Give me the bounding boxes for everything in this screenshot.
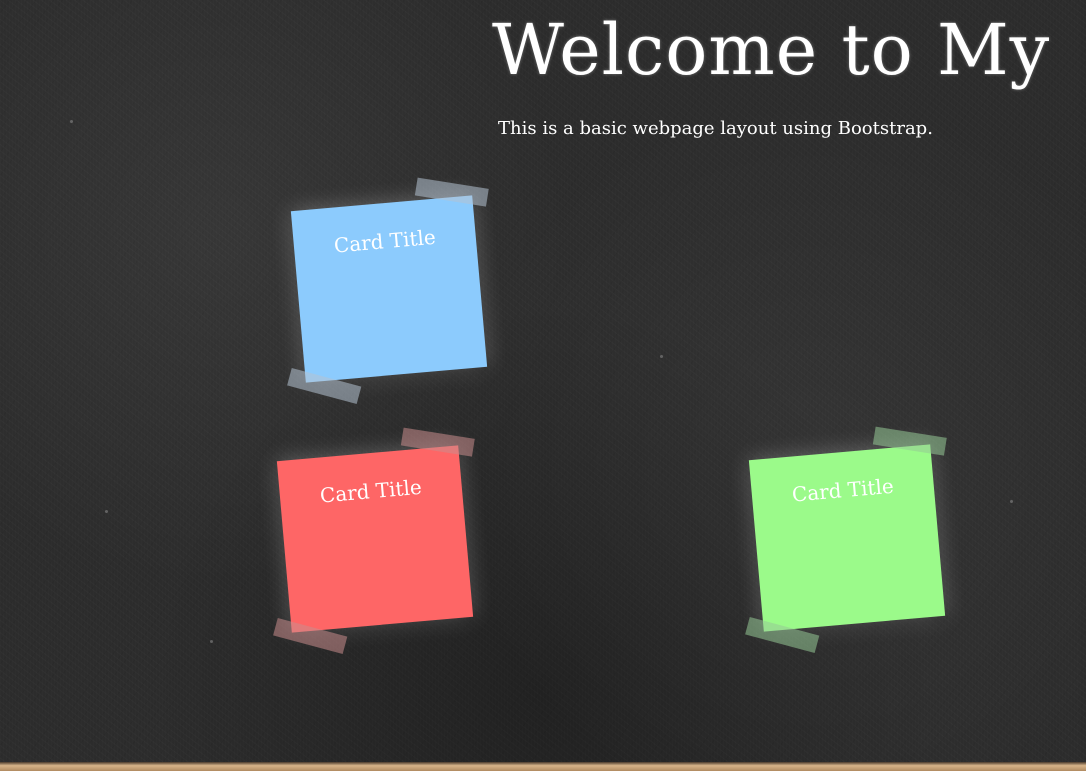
- chalk-speck: [1010, 500, 1013, 503]
- card-title: Card Title: [332, 224, 437, 258]
- chalk-speck: [70, 120, 73, 123]
- chalkboard-frame-edge: [0, 762, 1086, 771]
- chalk-speck: [105, 510, 108, 513]
- chalk-speck: [660, 355, 663, 358]
- page-subtitle: This is a basic webpage layout using Boo…: [498, 118, 933, 139]
- tape-strip: [872, 426, 947, 456]
- card-title: Card Title: [790, 473, 895, 507]
- card-green: Card Title: [745, 426, 947, 654]
- tape-strip: [414, 177, 489, 207]
- tape-strip: [745, 617, 820, 654]
- card-red: Card Title: [273, 427, 475, 655]
- card-blue: Card Title: [287, 177, 489, 405]
- card-title: Card Title: [318, 474, 423, 508]
- chalk-speck: [210, 640, 213, 643]
- tape-strip: [273, 618, 348, 655]
- tape-strip: [400, 427, 475, 457]
- page-title: Welcome to My: [492, 9, 1051, 91]
- tape-strip: [287, 368, 362, 405]
